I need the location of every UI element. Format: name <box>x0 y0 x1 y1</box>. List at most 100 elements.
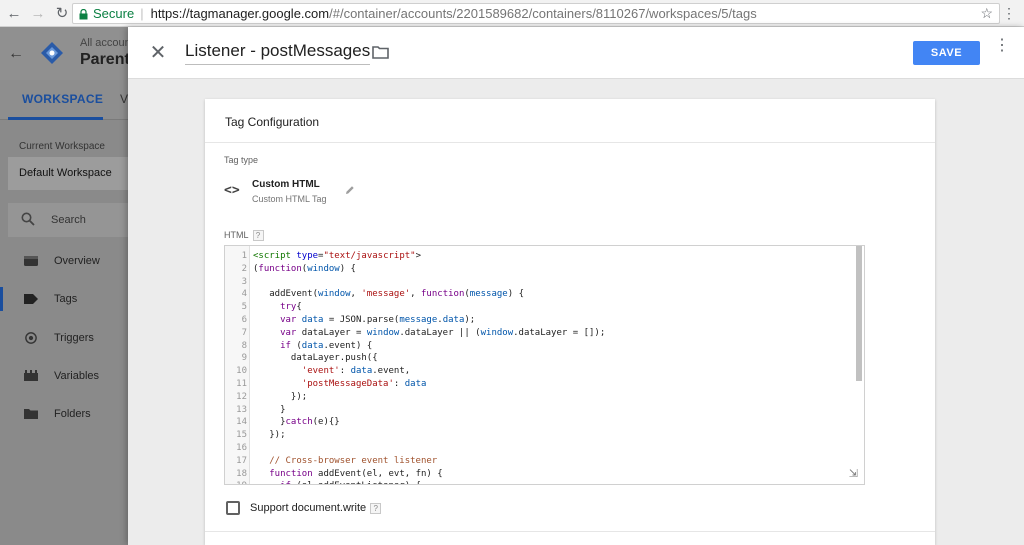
code-line: 9 dataLayer.push({ <box>225 352 855 365</box>
secure-label: Secure <box>93 6 135 21</box>
code-text: 'postMessageData': data <box>301 378 427 389</box>
code-text: function addEvent(el, evt, fn) { <box>269 468 443 479</box>
line-number: 1 <box>241 251 247 261</box>
sidebar-item-label: Triggers <box>54 332 94 344</box>
code-text: if (data.event) { <box>280 340 373 351</box>
tag-type-label: Tag type <box>224 155 259 165</box>
divider <box>205 142 935 143</box>
overview-icon <box>24 256 38 266</box>
code-text: <script type="text/javascript"> <box>253 251 422 261</box>
browser-toolbar: ← → ↻ Secure | https://tagmanager.google… <box>0 0 1024 27</box>
card-title: Tag Configuration <box>225 115 320 129</box>
code-line: 6 var data = JSON.parse(message.data); <box>225 314 855 327</box>
resize-handle-icon[interactable]: ⇲ <box>849 467 858 480</box>
code-line: 19 if (el.addEventListener) { <box>225 480 855 484</box>
url-path: /#/container/accounts/2201589682/contain… <box>329 6 757 21</box>
sidebar-item-label: Folders <box>54 408 91 420</box>
back-icon[interactable]: ← <box>4 3 24 23</box>
code-line: 7 var dataLayer = window.dataLayer || (w… <box>225 327 855 340</box>
code-line: 4 addEvent(window, 'message', function(m… <box>225 288 855 301</box>
code-text: var data = JSON.parse(message.data); <box>280 314 476 325</box>
help-icon[interactable]: ? <box>252 230 264 242</box>
line-number: 14 <box>236 417 247 428</box>
current-workspace-label: Current Workspace <box>19 141 105 152</box>
line-number: 9 <box>241 353 247 364</box>
sidebar-item-folders[interactable]: Folders <box>0 396 128 432</box>
line-number: 18 <box>236 468 247 479</box>
url-separator: | <box>140 6 144 21</box>
code-line: 14 }catch(e){} <box>225 416 855 429</box>
trigger-icon <box>25 332 37 344</box>
code-line: 18 function addEvent(el, evt, fn) { <box>225 468 855 481</box>
code-line: 8 if (data.event) { <box>225 340 855 353</box>
code-brackets-icon: <> <box>224 183 240 198</box>
line-number: 12 <box>236 391 247 402</box>
lock-icon <box>79 8 88 19</box>
tab-workspace[interactable]: WORKSPACE <box>22 92 103 106</box>
code-line: 5 try{ <box>225 301 855 314</box>
bookmark-star-icon[interactable]: ☆ <box>980 5 993 22</box>
code-text: }); <box>253 430 286 441</box>
search-icon <box>21 212 35 226</box>
code-text: // Cross-browser event listener <box>253 455 438 466</box>
sidebar-item-label: Overview <box>54 255 100 267</box>
code-line: 2 (function(window) { <box>225 263 855 276</box>
tab-versions[interactable]: V <box>120 92 128 106</box>
close-icon[interactable]: ✕ <box>148 43 168 63</box>
code-line: 3 <box>225 276 855 289</box>
tag-icon <box>24 294 38 304</box>
code-text: }catch(e){} <box>253 417 340 428</box>
sidebar-search[interactable]: Search <box>8 203 128 237</box>
line-number: 19 <box>225 480 247 484</box>
panel-header: ✕ Listener - postMessages SAVE ⋮ <box>128 27 1024 79</box>
code-line: 13 } <box>225 404 855 417</box>
tag-type-subtitle: Custom HTML Tag <box>252 194 327 204</box>
support-label-text: Support document.write <box>250 502 367 514</box>
gtm-logo-icon <box>41 42 63 64</box>
html-field-label: HTML? <box>224 230 264 242</box>
code-text: (function(window) { <box>253 263 356 274</box>
line-number: 17 <box>236 455 247 466</box>
line-number: 11 <box>236 378 247 389</box>
code-text: addEvent(window, 'message', function(mes… <box>253 289 524 300</box>
active-tab-indicator <box>8 117 103 120</box>
support-document-write-checkbox[interactable] <box>226 501 240 515</box>
edit-pencil-icon[interactable] <box>345 185 355 195</box>
gtm-header: ← All accounts Parent <box>0 27 139 80</box>
code-line: 10 'event': data.event, <box>225 365 855 378</box>
code-editor[interactable]: 1 <script type="text/javascript"> 2 (functi… <box>224 245 865 485</box>
tag-type-name[interactable]: Custom HTML <box>252 179 320 190</box>
code-line: 11 'postMessageData': data <box>225 378 855 391</box>
code-line: 1 <script type="text/javascript"> <box>225 250 855 263</box>
folder-icon[interactable] <box>372 45 389 59</box>
browser-menu-icon[interactable]: ⋮ <box>1002 5 1016 21</box>
divider <box>205 531 935 532</box>
editor-scrollbar[interactable] <box>856 246 862 381</box>
workspace-selector[interactable]: Default Workspace <box>8 157 128 190</box>
html-label-text: HTML <box>224 230 249 240</box>
tag-name-field[interactable]: Listener - postMessages <box>185 41 371 65</box>
code-text: try{ <box>280 302 302 313</box>
sidebar-item-triggers[interactable]: Triggers <box>0 320 128 356</box>
help-icon[interactable]: ? <box>370 502 382 514</box>
line-number: 8 <box>241 340 247 351</box>
more-options-icon[interactable]: ⋮ <box>994 38 1010 64</box>
search-input[interactable]: Search <box>51 214 86 226</box>
forward-icon[interactable]: → <box>28 3 48 23</box>
sidebar-item-label: Variables <box>54 370 100 382</box>
line-number: 4 <box>241 289 247 300</box>
line-number: 2 <box>241 263 247 274</box>
sidebar-item-label: Tags <box>54 293 78 305</box>
line-number: 3 <box>241 276 247 287</box>
address-bar[interactable]: Secure | https://tagmanager.google.com/#… <box>72 3 1000 24</box>
sidebar-item-tags[interactable]: Tags <box>0 281 128 317</box>
account-name[interactable]: Parent <box>80 51 130 69</box>
save-button[interactable]: SAVE <box>913 41 980 65</box>
folder-icon <box>24 409 38 419</box>
code-text: }); <box>253 391 308 402</box>
code-text: if (el.addEventListener) { <box>247 480 421 484</box>
sidebar-item-overview[interactable]: Overview <box>0 243 128 279</box>
sidebar-item-variables[interactable]: Variables <box>0 358 128 394</box>
back-arrow-icon[interactable]: ← <box>8 45 24 63</box>
reload-icon[interactable]: ↻ <box>52 3 72 23</box>
